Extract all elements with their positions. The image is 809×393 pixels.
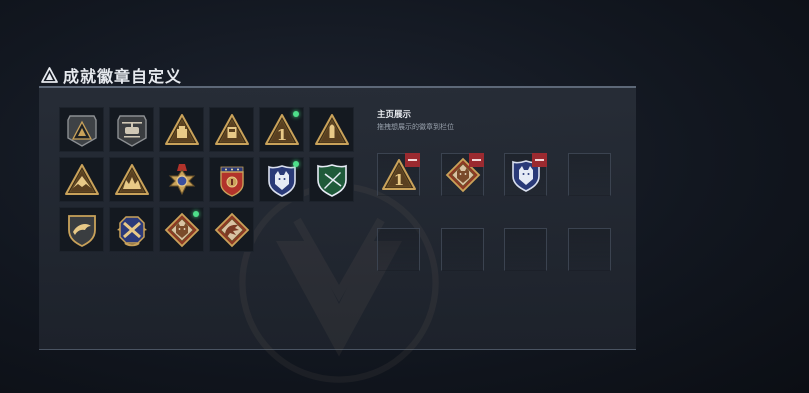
remove-badge-button[interactable] (469, 153, 484, 167)
tank-triangle-badge-icon (164, 113, 199, 145)
badge-collection-item[interactable] (209, 207, 254, 252)
new-indicator-dot (293, 111, 299, 117)
showcase-subheading: 拖拽想展示的徽章到栏位 (377, 123, 454, 131)
badge-panel: 1 主页展示 拖拽想展示的徽章到栏位 1 (39, 86, 636, 383)
svg-text:1: 1 (393, 171, 403, 189)
badge-collection-item[interactable] (209, 157, 254, 202)
rank-one-triangle-badge-icon: 1 (264, 113, 299, 145)
cross-medal-badge-icon (168, 163, 195, 195)
badge-collection-item[interactable] (259, 157, 304, 202)
showcase-slot[interactable]: 1 (377, 153, 420, 196)
new-indicator-dot (193, 211, 199, 217)
badge-collection-item[interactable] (59, 107, 104, 152)
badge-collection-item[interactable] (159, 107, 204, 152)
showcase-slot[interactable] (504, 153, 547, 196)
badge-collection-item[interactable] (109, 207, 154, 252)
showcase-heading: 主页展示 (377, 110, 412, 120)
badge-collection-item[interactable] (59, 207, 104, 252)
showcase-slot-empty[interactable] (568, 228, 611, 271)
badge-collection-grid: 1 (59, 107, 354, 252)
showcase-slot[interactable] (441, 153, 484, 196)
showcase-slot-empty[interactable] (441, 228, 484, 271)
badge-collection-item[interactable] (309, 157, 354, 202)
showcase-slot-empty[interactable] (568, 153, 611, 196)
showcase-slot-empty[interactable] (504, 228, 547, 271)
badge-collection-item[interactable] (159, 207, 204, 252)
badge-collection-item[interactable] (59, 157, 104, 202)
badge-collection-item[interactable] (159, 157, 204, 202)
triangle-badge-icon (41, 67, 58, 83)
showcase-slot-empty[interactable] (377, 228, 420, 271)
wolf-shield-badge-icon (267, 164, 296, 197)
bullet-triangle-badge-icon (314, 113, 349, 145)
badge-collection-item[interactable]: 1 (259, 107, 304, 152)
badge-collection-item[interactable] (109, 107, 154, 152)
dolphin-shield-badge-icon (67, 214, 96, 247)
eagle-triangle-badge-icon (64, 163, 99, 195)
remove-badge-button[interactable] (532, 153, 547, 167)
wolf-diamond-badge-icon (164, 212, 199, 247)
winged-cross-badge-icon (116, 215, 147, 246)
badge-collection-item[interactable] (109, 157, 154, 202)
dragon-diamond-badge-icon (214, 212, 249, 247)
badge-collection-item[interactable] (209, 107, 254, 152)
helicopter-badge-icon (116, 114, 147, 147)
mountain-triangle-badge-icon (66, 114, 97, 147)
badge-collection-item[interactable] (309, 107, 354, 152)
ammo-triangle-badge-icon (214, 113, 249, 145)
green-rifle-shield-badge-icon (316, 163, 347, 197)
svg-text:1: 1 (276, 126, 286, 144)
fortress-triangle-badge-icon (114, 163, 149, 195)
star-shield-badge-icon (219, 166, 244, 197)
new-indicator-dot (293, 161, 299, 167)
page-title: 成就徽章自定义 (41, 64, 182, 86)
page-title-text: 成就徽章自定义 (63, 67, 183, 86)
remove-badge-button[interactable] (405, 153, 420, 167)
